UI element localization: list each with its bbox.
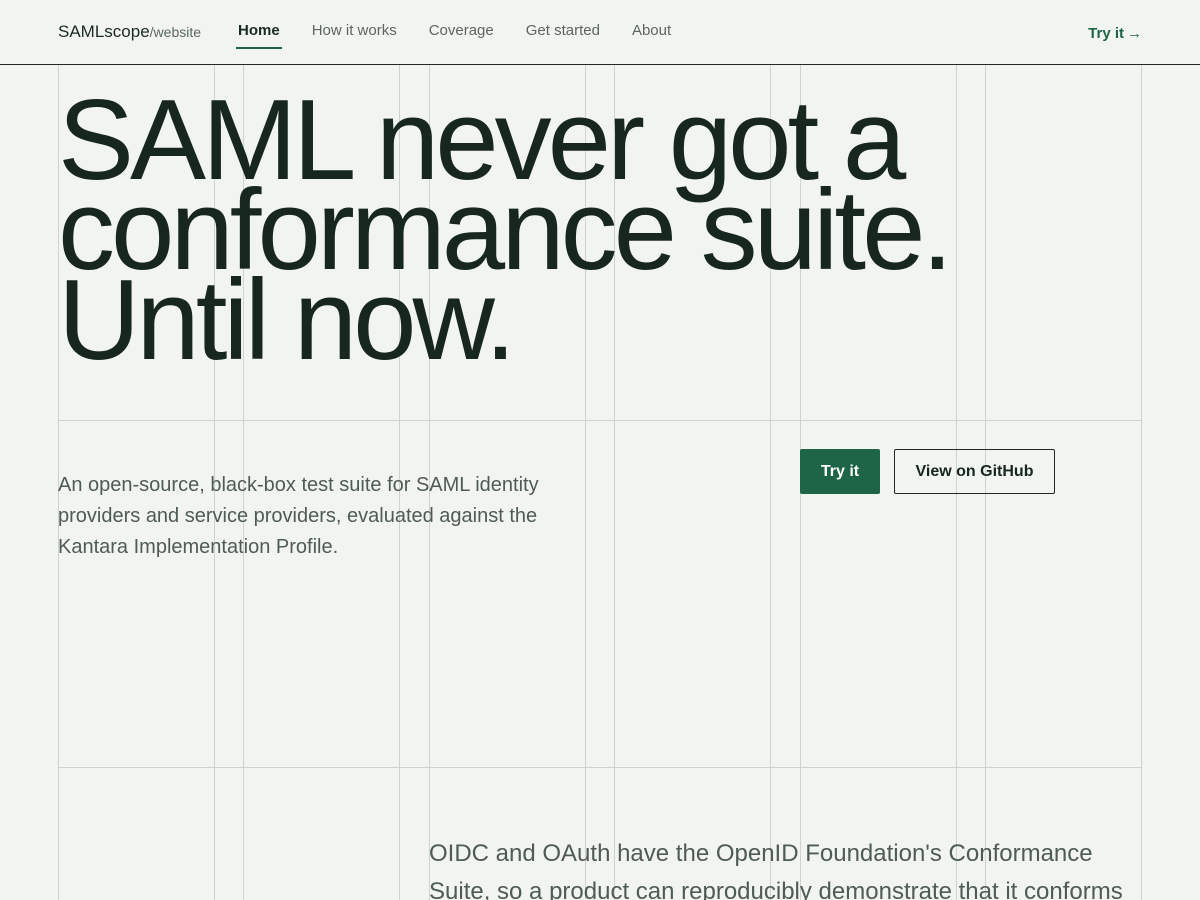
nav-item-home[interactable]: Home: [236, 22, 282, 49]
page: SAMLscope/website Home How it works Cove…: [0, 0, 1200, 900]
section-intro-text: OIDC and OAuth have the OpenID Foundatio…: [429, 840, 1123, 900]
nav-item-coverage[interactable]: Coverage: [427, 22, 496, 49]
brand-name: SAMLscope: [58, 22, 150, 41]
try-it-label: Try it: [1088, 25, 1124, 42]
nav-item-how-it-works[interactable]: How it works: [310, 22, 399, 49]
arrow-right-icon: →: [1127, 25, 1142, 42]
grid-line: [58, 767, 1142, 768]
nav-item-get-started[interactable]: Get started: [524, 22, 602, 49]
hero-intro-text: An open-source, black-box test suite for…: [58, 474, 539, 558]
view-on-github-button[interactable]: View on GitHub: [894, 449, 1055, 494]
try-it-header-link[interactable]: Try it →: [1088, 25, 1142, 42]
grid-line: [58, 420, 1142, 421]
try-it-button[interactable]: Try it: [800, 449, 880, 494]
grid-line: [1141, 64, 1142, 900]
main-nav: Home How it works Coverage Get started A…: [236, 0, 701, 64]
top-navigation-bar: SAMLscope/website Home How it works Cove…: [0, 0, 1200, 65]
brand-logo-link[interactable]: SAMLscope/website: [58, 22, 201, 42]
brand-suffix: /website: [149, 24, 202, 40]
hero-headline: SAML never got a conformance suite. Unti…: [58, 84, 1058, 378]
nav-item-about[interactable]: About: [630, 22, 673, 49]
